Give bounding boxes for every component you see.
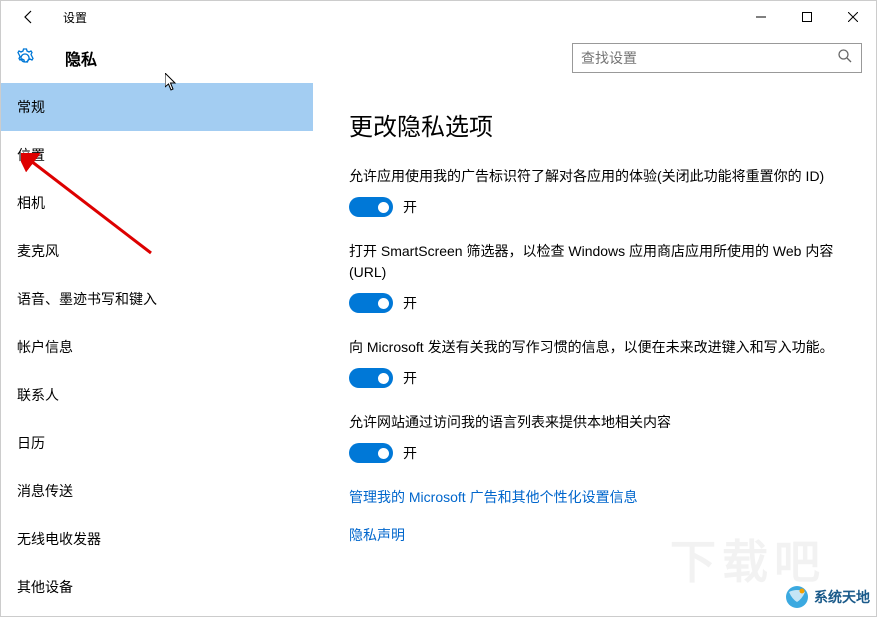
- sidebar-item-camera[interactable]: 相机: [1, 179, 313, 227]
- globe-icon: [784, 584, 810, 610]
- minimize-button[interactable]: [738, 1, 784, 33]
- sidebar-item-location[interactable]: 位置: [1, 131, 313, 179]
- sidebar-item-label: 相机: [17, 193, 45, 213]
- window-controls: [738, 1, 876, 33]
- search-icon: [837, 48, 853, 69]
- sidebar-item-label: 消息传送: [17, 481, 73, 501]
- sidebar-item-speech[interactable]: 语音、墨迹书写和键入: [1, 275, 313, 323]
- arrow-left-icon: [21, 9, 37, 25]
- header: 隐私: [1, 33, 876, 83]
- watermark-text: 系统天地: [814, 587, 870, 607]
- sidebar-item-other-devices[interactable]: 其他设备: [1, 563, 313, 611]
- link-manage-ads[interactable]: 管理我的 Microsoft 广告和其他个性化设置信息: [349, 487, 840, 507]
- toggle-row: 开: [349, 368, 840, 388]
- minimize-icon: [756, 12, 766, 22]
- sidebar-item-label: 常规: [17, 97, 45, 117]
- sidebar-item-label: 语音、墨迹书写和键入: [17, 289, 157, 309]
- content: 更改隐私选项 允许应用使用我的广告标识符了解对各应用的体验(关闭此功能将重置你的…: [313, 83, 876, 616]
- toggle-label: 开: [403, 443, 417, 463]
- close-button[interactable]: [830, 1, 876, 33]
- toggle-switch[interactable]: [349, 197, 393, 217]
- sidebar-item-label: 其他设备: [17, 577, 73, 597]
- sidebar-item-messaging[interactable]: 消息传送: [1, 467, 313, 515]
- toggle-row: 开: [349, 293, 840, 313]
- sidebar-item-label: 位置: [17, 145, 45, 165]
- sidebar-item-calendar[interactable]: 日历: [1, 419, 313, 467]
- maximize-icon: [802, 12, 812, 22]
- back-button[interactable]: [13, 1, 45, 33]
- sidebar-item-label: 帐户信息: [17, 337, 73, 357]
- search-input[interactable]: [581, 50, 837, 66]
- toggle-switch[interactable]: [349, 293, 393, 313]
- setting-desc: 向 Microsoft 发送有关我的写作习惯的信息，以便在未来改进键入和写入功能…: [349, 337, 840, 358]
- sidebar-item-microphone[interactable]: 麦克风: [1, 227, 313, 275]
- watermark-logo: 系统天地: [784, 584, 870, 610]
- link-privacy-statement[interactable]: 隐私声明: [349, 525, 840, 545]
- toggle-switch[interactable]: [349, 368, 393, 388]
- setting-desc: 允许应用使用我的广告标识符了解对各应用的体验(关闭此功能将重置你的 ID): [349, 166, 840, 187]
- setting-language-list: 允许网站通过访问我的语言列表来提供本地相关内容 开: [349, 412, 840, 463]
- gear-icon: [15, 48, 35, 68]
- toggle-label: 开: [403, 293, 417, 313]
- toggle-row: 开: [349, 197, 840, 217]
- setting-typing-info: 向 Microsoft 发送有关我的写作习惯的信息，以便在未来改进键入和写入功能…: [349, 337, 840, 388]
- search-box[interactable]: [572, 43, 862, 73]
- sidebar-item-label: 日历: [17, 433, 45, 453]
- titlebar: 设置: [1, 1, 876, 33]
- page-title: 隐私: [65, 46, 97, 70]
- content-title: 更改隐私选项: [349, 107, 840, 142]
- window-title: 设置: [63, 9, 87, 26]
- toggle-label: 开: [403, 368, 417, 388]
- setting-desc: 打开 SmartScreen 筛选器，以检查 Windows 应用商店应用所使用…: [349, 241, 840, 283]
- close-icon: [848, 12, 858, 22]
- setting-desc: 允许网站通过访问我的语言列表来提供本地相关内容: [349, 412, 840, 433]
- sidebar-item-contacts[interactable]: 联系人: [1, 371, 313, 419]
- sidebar-item-account[interactable]: 帐户信息: [1, 323, 313, 371]
- toggle-row: 开: [349, 443, 840, 463]
- toggle-switch[interactable]: [349, 443, 393, 463]
- sidebar-item-radio[interactable]: 无线电收发器: [1, 515, 313, 563]
- sidebar-item-label: 联系人: [17, 385, 59, 405]
- setting-advertising-id: 允许应用使用我的广告标识符了解对各应用的体验(关闭此功能将重置你的 ID) 开: [349, 166, 840, 217]
- maximize-button[interactable]: [784, 1, 830, 33]
- toggle-label: 开: [403, 197, 417, 217]
- sidebar-item-label: 麦克风: [17, 241, 59, 261]
- sidebar-item-general[interactable]: 常规: [1, 83, 313, 131]
- body: 常规 位置 相机 麦克风 语音、墨迹书写和键入 帐户信息 联系人 日历 消息传送…: [1, 83, 876, 616]
- sidebar: 常规 位置 相机 麦克风 语音、墨迹书写和键入 帐户信息 联系人 日历 消息传送…: [1, 83, 313, 616]
- setting-smartscreen: 打开 SmartScreen 筛选器，以检查 Windows 应用商店应用所使用…: [349, 241, 840, 313]
- sidebar-item-label: 无线电收发器: [17, 529, 101, 549]
